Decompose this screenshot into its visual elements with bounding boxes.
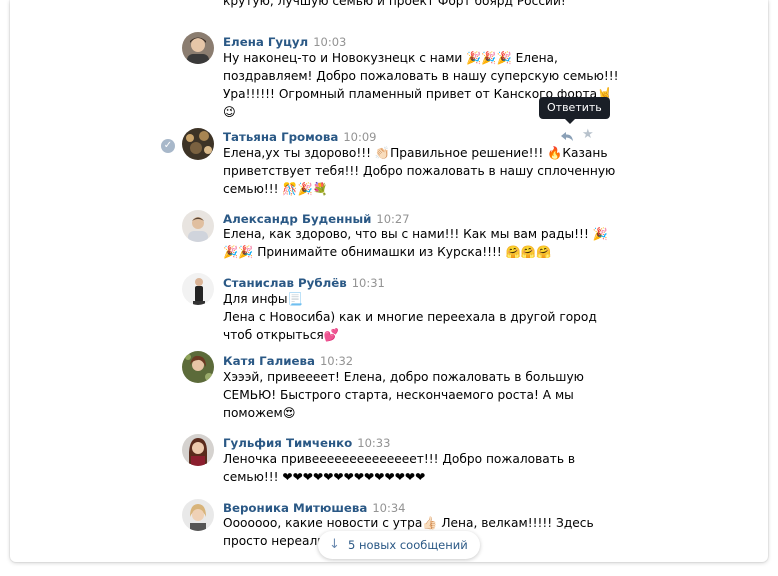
avatar[interactable]	[182, 128, 214, 160]
arrow-down-icon: ↓	[329, 537, 340, 552]
avatar[interactable]	[182, 434, 214, 466]
message-author[interactable]: Станислав Рублёв 10:31	[223, 276, 385, 290]
message-text: Елена, как здорово, что вы с нами!!! Как…	[223, 225, 608, 261]
message-time[interactable]: 10:33	[357, 436, 390, 450]
message-line: семью!!! 🎊🎉💐	[223, 182, 328, 196]
message-author[interactable]: Вероника Митюшева 10:34	[223, 501, 405, 515]
author-name[interactable]: Елена Гуцул	[223, 35, 308, 49]
message-line: Ура!!!!!! Огромный пламенный привет от К…	[223, 87, 613, 101]
message-line: приветствует тебя!!! Добро пожаловать в …	[223, 164, 616, 178]
message-line: поздравляем! Добро пожаловать в нашу суп…	[223, 69, 619, 83]
check-icon[interactable]: ✓	[161, 139, 175, 153]
message-text: Для инфы📃 Лена с Новосиба) как и многие …	[223, 290, 597, 344]
chat-history-panel: крутую, лучшую семью и проект Форт боярд…	[10, 0, 768, 562]
author-name[interactable]: Татьяна Громова	[223, 130, 338, 144]
message-author[interactable]: Елена Гуцул 10:03	[223, 35, 346, 49]
message-time[interactable]: 10:27	[376, 212, 409, 226]
avatar[interactable]	[182, 32, 214, 64]
avatar[interactable]	[182, 210, 214, 242]
avatar[interactable]	[182, 351, 214, 383]
author-name[interactable]: Катя Галиева	[223, 354, 315, 368]
author-name[interactable]: Гульфия Тимченко	[223, 436, 352, 450]
message-author[interactable]: Александр Буденный 10:27	[223, 212, 410, 226]
message-line: СЕМЬЮ! Быстрого старта, нескончаемого ро…	[223, 388, 574, 402]
message-text: Елена,ух ты здорово!!! 👏🏻Правильное реше…	[223, 144, 616, 198]
new-messages-label: 5 новых сообщений	[348, 538, 468, 552]
message-line: Ооооооо, какие новости с утра👍🏻 Лена, ве…	[223, 516, 594, 530]
message-line: 🎉🎉 Принимайте обнимашки из Курска!!!! 🤗🤗…	[223, 245, 552, 259]
message-author[interactable]: Гульфия Тимченко 10:33	[223, 436, 390, 450]
message-time[interactable]: 10:09	[343, 130, 376, 144]
message-text: Хэээй, привеееет! Елена, добро пожаловат…	[223, 368, 584, 422]
message-author[interactable]: Катя Галиева 10:32	[223, 354, 353, 368]
message-line: Леночка привеееееееееееееет!!! Добро пож…	[223, 452, 576, 466]
message-time[interactable]: 10:03	[313, 35, 346, 49]
message-line: Елена,ух ты здорово!!! 👏🏻Правильное реше…	[223, 146, 608, 160]
message-line: поможем😍	[223, 406, 296, 420]
message-text: Ну наконец-то и Новокузнецк с нами 🎉🎉🎉 Е…	[223, 49, 619, 121]
reply-icon[interactable]	[560, 129, 574, 143]
partial-message-text: крутую, лучшую семью и проект Форт боярд…	[223, 0, 566, 8]
message-line: семью!!! ❤❤❤❤❤❤❤❤❤❤❤❤❤❤	[223, 470, 426, 484]
message-line: Елена, как здорово, что вы с нами!!! Как…	[223, 227, 608, 241]
message-time[interactable]: 10:32	[320, 354, 353, 368]
message-line: Ну наконец-то и Новокузнецк с нами 🎉🎉🎉 Е…	[223, 51, 558, 65]
message-line: чтоб открыться💕	[223, 328, 339, 342]
new-messages-button[interactable]: ↓ 5 новых сообщений	[318, 531, 480, 559]
star-icon[interactable]: ★	[582, 128, 596, 142]
message-line: Лена с Новосиба) как и многие переехала …	[223, 310, 597, 324]
message-line: Для инфы📃	[223, 292, 303, 306]
author-name[interactable]: Станислав Рублёв	[223, 276, 347, 290]
author-name[interactable]: Александр Буденный	[223, 212, 371, 226]
message-line: Хэээй, привеееет! Елена, добро пожаловат…	[223, 370, 584, 384]
message-time[interactable]: 10:31	[352, 276, 385, 290]
message-author[interactable]: Татьяна Громова 10:09	[223, 130, 377, 144]
message-time[interactable]: 10:34	[372, 501, 405, 515]
avatar[interactable]	[182, 499, 214, 531]
message-text: Леночка привеееееееееееееет!!! Добро пож…	[223, 450, 576, 486]
message-line: 😉	[223, 105, 236, 119]
author-name[interactable]: Вероника Митюшева	[223, 501, 367, 515]
avatar[interactable]	[182, 273, 214, 305]
reply-tooltip: Ответить	[539, 97, 610, 124]
